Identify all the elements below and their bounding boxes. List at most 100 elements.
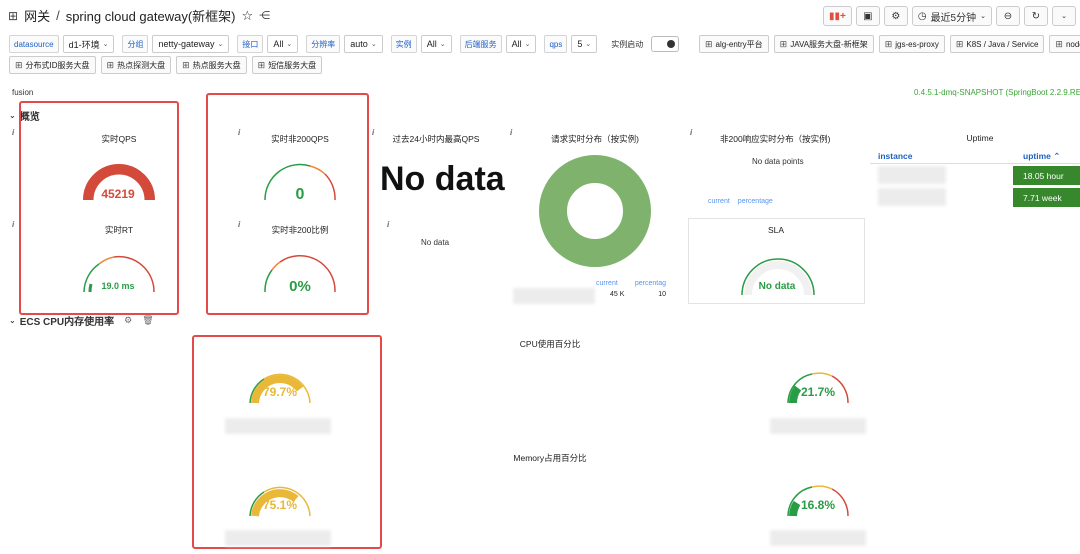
version-text: 0.4.5.1-dmq-SNAPSHOT (SpringBoot 2.2.9.R… — [914, 88, 1080, 97]
non200-legend: current percentage — [708, 198, 773, 205]
variable-label: 分辨率 — [306, 35, 341, 53]
gear-icon: ⚙ — [891, 10, 901, 22]
variable-bar: datasource d1-环境 ⌄ 分组 netty-gateway ⌄ 接口 A… — [9, 35, 680, 53]
info-icon[interactable]: i — [238, 128, 240, 137]
cpu-right-value: 21.7% — [800, 385, 836, 399]
redacted-instance — [513, 288, 595, 304]
row-ecs[interactable]: ⌄ ECS CPU内存使用率 ⚙ 🗑 — [9, 313, 154, 328]
star-icon[interactable]: ☆ — [242, 8, 254, 24]
legend-current[interactable]: current — [708, 198, 730, 205]
redacted-instance — [225, 418, 331, 434]
grid-icon: ⊞ — [257, 59, 266, 70]
panel-title: SLA — [767, 225, 785, 235]
chevron-down-icon: ⌄ — [439, 41, 446, 48]
request-distribution-donut — [539, 155, 651, 267]
panel-title: Memory占用百分比 — [513, 453, 587, 463]
uptime-col-instance[interactable]: instance — [878, 151, 913, 161]
breadcrumb-root[interactable]: 网关 — [24, 6, 50, 25]
toolbar: ▮▮+ ▣ ⚙ ◷ 最近5分钟 ⌄ ⊖ ↻ ⌄ — [822, 6, 1076, 26]
dashboard-link[interactable]: ⊞ alg-entry平台 — [699, 35, 769, 53]
chevron-down-icon: ⌄ — [370, 41, 377, 48]
info-icon[interactable]: i — [387, 220, 389, 229]
save-button[interactable]: ▣ — [855, 6, 880, 26]
rt-value: 19.0 ms — [101, 281, 135, 291]
grid-icon: ⊞ — [182, 59, 190, 70]
share-icon[interactable]: ⋲ — [259, 9, 270, 22]
max-qps-no-data: No data — [380, 160, 505, 198]
pie-legend-table: current percentag 45 K 10 — [596, 280, 666, 298]
clock-icon: ◷ — [917, 10, 927, 22]
cpu-left-value: 79.7% — [262, 385, 298, 399]
instance-start-toggle[interactable] — [651, 36, 680, 52]
dashboard-title[interactable]: spring cloud gateway(新框架) — [66, 6, 236, 25]
redacted-instance — [878, 188, 946, 206]
variable-select[interactable]: 5 ⌄ — [571, 35, 598, 53]
variable-select[interactable]: d1-环境 ⌄ — [62, 35, 115, 53]
redacted-instance — [878, 166, 946, 184]
memory-gauge-left — [249, 486, 311, 517]
grid-icon: ⊞ — [705, 38, 713, 49]
variable-select[interactable]: All ⌄ — [267, 35, 299, 53]
info-icon[interactable]: i — [690, 128, 692, 137]
rt-gauge — [83, 255, 155, 293]
panel-title: 过去24小时内最高QPS — [392, 134, 480, 144]
info-icon[interactable]: i — [12, 128, 14, 137]
info-icon[interactable]: i — [510, 128, 512, 137]
dashboard-link[interactable]: ⊞node服务监控 — [1049, 35, 1080, 53]
variable-select[interactable]: auto ⌄ — [344, 35, 383, 53]
cpu-gauge-left — [249, 373, 311, 404]
dashboard-links: ⊞ alg-entry平台 ⊞ JAVA服务大盘-新框架 ⊞ jgs-es-proxy… — [699, 35, 1080, 53]
uptime-col-uptime[interactable]: uptime ⌃ — [1023, 151, 1060, 162]
chevron-down-icon: ⌄ — [980, 13, 986, 20]
refresh-interval-dropdown[interactable]: ⌄ — [1052, 6, 1076, 26]
grid-icon[interactable]: ⊞ — [8, 9, 18, 23]
qps-value: 45219 — [101, 187, 135, 201]
add-panel-button[interactable]: ▮▮+ — [822, 6, 852, 26]
legend-column-percentage[interactable]: percentag — [635, 280, 666, 287]
dashboard-link[interactable]: ⊞ 热点探测大盘 — [100, 56, 172, 74]
instance-start-label: 实例启动 — [611, 39, 644, 49]
legend-current-value: 45 K — [610, 291, 625, 298]
chevron-down-icon: ⌄ — [524, 41, 531, 48]
refresh-button[interactable]: ↻ — [1024, 6, 1048, 26]
grid-icon: ⊞ — [884, 38, 893, 49]
variable-label: datasource — [9, 35, 59, 53]
info-icon[interactable]: i — [238, 220, 240, 229]
grid-icon: ⊞ — [779, 38, 788, 49]
dashboard-link[interactable]: ⊞ JAVA服务大盘-新框架 — [773, 35, 874, 53]
breadcrumb-separator: / — [56, 8, 60, 23]
variable-select[interactable]: All ⌄ — [420, 35, 452, 53]
legend-percentage[interactable]: percentage — [738, 198, 773, 205]
panel-title: Uptime — [966, 133, 994, 143]
sla-value: No data — [758, 281, 796, 292]
time-picker[interactable]: ◷ 最近5分钟 ⌄ — [911, 6, 992, 26]
redacted-instance — [770, 530, 866, 546]
legend-column-current[interactable]: current — [596, 280, 618, 287]
variable-label: 接口 — [237, 35, 264, 53]
dashboard-link[interactable]: ⊞ 短信服务大盘 — [251, 56, 323, 74]
dashboard-links-row2: ⊞ 分布式ID服务大盘 ⊞ 热点探测大盘 ⊞ 热点服务大盘 ⊞ 短信服务大盘 — [9, 56, 323, 74]
trash-icon[interactable]: 🗑 — [142, 315, 153, 326]
dashboard-link[interactable]: ⊞ 热点服务大盘 — [176, 56, 247, 74]
memory-left-value: 75.1% — [262, 498, 298, 512]
panel-title: 非200响应实时分布（按实例) — [720, 134, 831, 144]
zoom-out-icon: ⊖ — [1003, 10, 1013, 22]
variable-select[interactable]: All ⌄ — [505, 35, 537, 53]
panel-title: 实时非200QPS — [271, 134, 329, 144]
dashboard-link[interactable]: ⊞ jgs-es-proxy — [878, 35, 945, 53]
grid-icon: ⊞ — [955, 38, 964, 49]
gear-icon[interactable]: ⚙ — [124, 315, 132, 326]
info-icon[interactable]: i — [12, 220, 14, 229]
dashboard-link[interactable]: ⊞ 分布式ID服务大盘 — [9, 56, 96, 74]
chevron-down-icon: ⌄ — [217, 41, 224, 48]
zoom-out-button[interactable]: ⊖ — [996, 6, 1020, 26]
panel-title: 请求实时分布（按实例) — [551, 134, 639, 144]
settings-button[interactable]: ⚙ — [883, 6, 908, 26]
grid-icon: ⊞ — [1055, 38, 1063, 49]
chevron-down-icon: ⌄ — [102, 41, 109, 48]
panel-title: 实时RT — [104, 225, 134, 235]
info-icon[interactable]: i — [372, 128, 374, 137]
non200-ratio-value: 0% — [289, 278, 311, 295]
variable-select[interactable]: netty-gateway ⌄ — [152, 35, 230, 53]
dashboard-link[interactable]: ⊞ K8S / Java / Service — [949, 35, 1045, 53]
